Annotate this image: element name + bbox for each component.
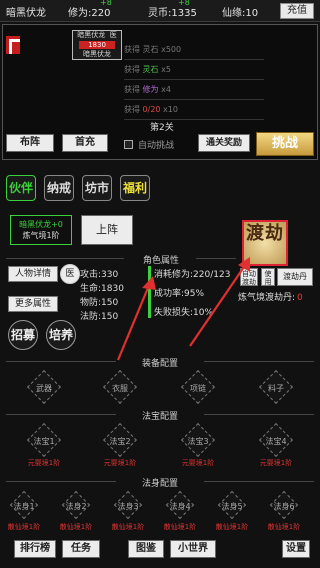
body-slot-realm: 散仙境1阶 — [111, 523, 145, 531]
treasure-slot-label: 法宝3 — [187, 437, 209, 446]
body-slot-realm: 散仙境1阶 — [59, 523, 93, 531]
equipment-title: 装备配置 — [141, 359, 178, 369]
mission-button[interactable]: 任务 — [62, 540, 100, 558]
arrow-head — [238, 257, 250, 272]
body-slot-realm: 散仙境1阶 — [215, 523, 249, 531]
body-slot-label: 法身6 — [273, 502, 295, 511]
leaderboard-button[interactable]: 排行榜 — [14, 540, 56, 558]
body-slot-label: 法身2 — [65, 502, 87, 511]
treasure-slot-label: 法宝2 — [109, 437, 131, 446]
slot-material-label: 料子 — [268, 384, 284, 393]
divider — [204, 481, 314, 482]
treasure-slot-realm: 元婴境1阶 — [259, 459, 293, 467]
divider — [6, 481, 116, 482]
body-slot-label: 法身5 — [221, 502, 243, 511]
treasure-slot-label: 法宝1 — [33, 437, 55, 446]
body-slot-realm: 散仙境1阶 — [267, 523, 301, 531]
codex-button[interactable]: 图鉴 — [128, 540, 164, 558]
body-slot-label: 法身1 — [13, 502, 35, 511]
arrow-line — [189, 263, 247, 347]
body-slot-realm: 散仙境1阶 — [163, 523, 197, 531]
divider — [204, 361, 314, 362]
arrow-line — [116, 282, 152, 361]
treasure-title: 法宝配置 — [141, 412, 178, 422]
settings-button[interactable]: 设置 — [282, 540, 310, 558]
body-slot-realm: 散仙境1阶 — [7, 523, 41, 531]
treasure-slot-realm: 元婴境1阶 — [181, 459, 215, 467]
slot-clothes-label: 衣服 — [112, 384, 128, 393]
slot-weapon-label: 武器 — [36, 384, 52, 393]
divider — [204, 414, 314, 415]
equipment-slots: 武器 衣服 项链 料子 — [0, 370, 320, 404]
body-title: 法身配置 — [141, 479, 178, 489]
body-slots: 法身1 散仙境1阶 法身2 散仙境1阶 法身3 散仙境1阶 法身4 散仙境1阶 … — [0, 490, 320, 536]
treasure-slot-realm: 元婴境1阶 — [27, 459, 61, 467]
body-slot-label: 法身4 — [169, 502, 191, 511]
treasure-slots: 法宝1 元婴境1阶 法宝2 元婴境1阶 法宝3 元婴境1阶 法宝4 元婴境1阶 — [0, 423, 320, 470]
treasure-slot-realm: 元婴境1阶 — [103, 459, 137, 467]
arrow-head — [142, 276, 156, 290]
divider — [6, 361, 116, 362]
small-world-button[interactable]: 小世界 — [170, 540, 216, 558]
slot-necklace-label: 项链 — [190, 384, 206, 393]
treasure-slot-label: 法宝4 — [265, 437, 287, 446]
divider — [6, 414, 116, 415]
body-slot-label: 法身3 — [117, 502, 139, 511]
